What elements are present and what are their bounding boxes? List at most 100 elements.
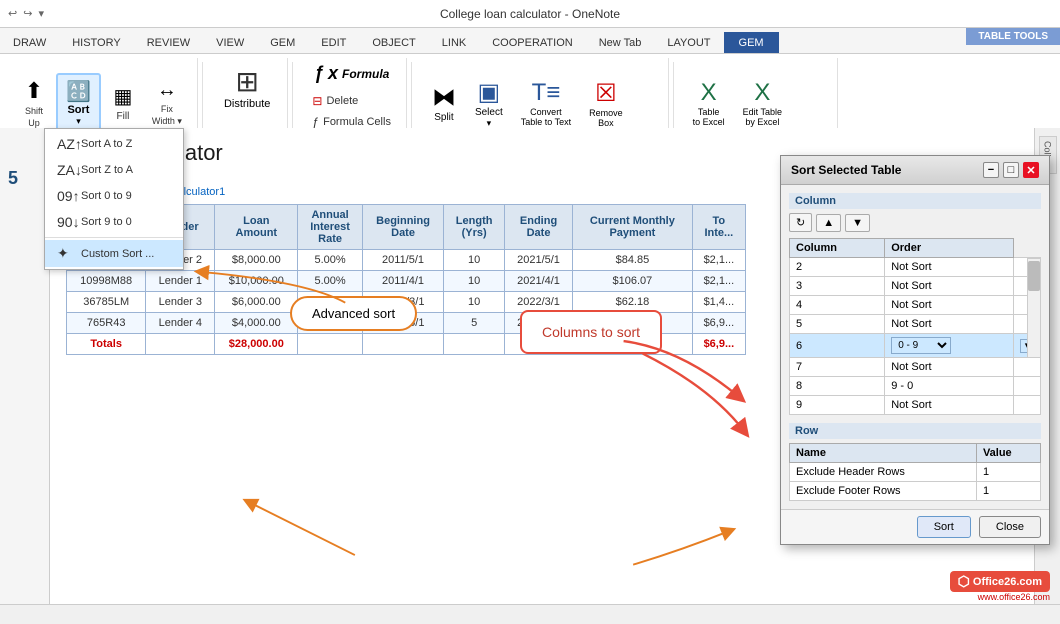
sort-dropdown-arrow[interactable]: ▾ (76, 116, 81, 127)
watermark-url: www.office26.com (978, 592, 1050, 602)
sort-9-0-item[interactable]: 90↓ Sort 9 to 0 (45, 209, 183, 235)
split-button[interactable]: ⧓ Split (424, 78, 464, 128)
table-row: 10998M88 Lender 1 $10,000.00 5.00% 2011/… (67, 271, 746, 292)
page-number: 5 (8, 168, 18, 189)
tab-edit[interactable]: EDIT (308, 32, 359, 53)
col-begin-date: BeginningDate (362, 205, 444, 250)
fix-width-button[interactable]: ↔ Fix Width ▾ (145, 74, 189, 132)
dialog-minimize-button[interactable]: − (983, 162, 999, 178)
order-select-6[interactable]: 0 - 9 9 - 0 Not Sort (891, 337, 951, 354)
tab-object[interactable]: OBJECT (359, 32, 428, 53)
tab-gem-active[interactable]: GEM (724, 32, 779, 53)
fill-button[interactable]: ▦ Fill (103, 79, 143, 127)
col-end-date: EndingDate (504, 205, 572, 250)
remove-icon: ☒ (595, 79, 617, 108)
column-section-label: Column (789, 193, 1041, 209)
exclude-footer-rows-row: Exclude Footer Rows 1 (790, 482, 1041, 501)
tab-link[interactable]: LINK (429, 32, 479, 53)
refresh-button[interactable]: ↻ (789, 213, 812, 232)
undo-icon[interactable]: ↩ (8, 7, 17, 20)
edit-excel-icon: X (754, 79, 770, 107)
dialog-close-button[interactable]: ✕ (1023, 162, 1039, 178)
custom-sort-item[interactable]: ✦ Custom Sort ... (45, 240, 183, 267)
sort-icon: 🔠 (66, 79, 91, 104)
split-col: ⧓ Split (424, 78, 464, 128)
sort-90-icon: 90↓ (57, 214, 75, 230)
sort-button-dialog[interactable]: Sort (917, 516, 971, 538)
sort-columns-table: Column Order 2Not Sort 3Not Sort 4Not So… (789, 238, 1041, 415)
sort-button[interactable]: 🔠 Sort ▾ (58, 75, 99, 131)
scrollbar-thumb (1028, 261, 1040, 291)
remove-box-button[interactable]: ☒ RemoveBox (582, 74, 630, 133)
row-name-header: Name (790, 444, 977, 463)
sort-0-9-item[interactable]: 09↑ Sort 0 to 9 (45, 183, 183, 209)
shift-up-group: ⬆ Shift Up (14, 73, 54, 133)
formula-button[interactable]: ƒx Formula (307, 58, 396, 89)
select-icon: ▣ (478, 78, 501, 107)
sort-selected-table-dialog: Sort Selected Table − □ ✕ Column ↻ ▲ ▼ C… (780, 155, 1050, 545)
tab-layout[interactable]: LAYOUT (654, 32, 723, 53)
sort-table-scrollbar[interactable] (1027, 258, 1041, 358)
sort-row-4: 4Not Sort (790, 296, 1041, 315)
col-total-interest: ToInte... (692, 205, 745, 250)
select-dropdown[interactable]: ▾ (487, 118, 492, 129)
sort-z-a-item[interactable]: ZA↓ Sort Z to A (45, 157, 183, 183)
watermark: ⬡Office26.com www.office26.com (950, 571, 1050, 602)
move-down-button[interactable]: ▼ (845, 214, 870, 232)
quick-access: ↩ ↪ ▾ (8, 7, 44, 20)
table-tools-label: TABLE TOOLS (966, 28, 1060, 45)
formula-x: x (328, 63, 338, 84)
convert-icon: T≡ (532, 79, 561, 107)
row-value-header: Value (976, 444, 1040, 463)
sort-row-5: 5Not Sort (790, 315, 1041, 334)
tab-cooperation[interactable]: COOPERATION (479, 32, 585, 53)
delete-button[interactable]: ⊟ Delete (305, 91, 398, 111)
distribute-icon: ⊞ (235, 65, 258, 98)
convert-table-text-button[interactable]: T≡ ConvertTable to Text (514, 74, 578, 132)
col-loan-amount: LoanAmount (215, 205, 298, 250)
convert-col: T≡ ConvertTable to Text (514, 74, 578, 132)
dialog-titlebar: Sort Selected Table − □ ✕ (781, 156, 1049, 185)
formula-icon: ƒ (314, 63, 324, 84)
move-up-button[interactable]: ▲ (816, 214, 841, 232)
ribbon-tabs-bar: DRAW HISTORY REVIEW VIEW GEM EDIT OBJECT… (0, 28, 1060, 54)
distribute-button[interactable]: ⊞ Distribute (215, 58, 279, 117)
tab-view[interactable]: VIEW (203, 32, 257, 53)
shift-up-icon: ⬆ (25, 78, 43, 104)
col-header-column: Column (790, 239, 885, 258)
title-bar: ↩ ↪ ▾ College loan calculator - OneNote (0, 0, 1060, 28)
status-bar (0, 604, 1060, 624)
sort-row-7: 7Not Sort (790, 358, 1041, 377)
sort-za-icon: ZA↓ (57, 162, 75, 178)
shift-up-button[interactable]: ⬆ Shift Up (14, 73, 54, 133)
row-settings-table: Name Value Exclude Header Rows 1 Exclude… (789, 443, 1041, 501)
tab-history[interactable]: HISTORY (59, 32, 134, 53)
columns-to-sort-bubble: Columns to sort (520, 310, 662, 354)
quick-icon[interactable]: ▾ (38, 7, 44, 20)
edit-table-by-excel-button[interactable]: X Edit Tableby Excel (736, 74, 789, 132)
sort-row-3: 3Not Sort (790, 277, 1041, 296)
sort-az-icon: AZ↑ (57, 136, 75, 152)
fill-icon: ▦ (113, 84, 132, 109)
col-interest-rate: AnnualInterestRate (298, 205, 362, 250)
sort-row-8: 89 - 0 (790, 377, 1041, 396)
edit-excel-col: X Edit Tableby Excel (736, 74, 789, 132)
menu-divider (45, 237, 183, 238)
row-section-label: Row (789, 423, 1041, 439)
sort-row-6[interactable]: 6 0 - 9 9 - 0 Not Sort ▾ (790, 334, 1041, 358)
close-button-dialog[interactable]: Close (979, 516, 1041, 538)
tab-draw[interactable]: DRAW (0, 32, 59, 53)
dialog-maximize-button[interactable]: □ (1003, 162, 1019, 178)
left-sidebar: 5 (0, 128, 50, 604)
tab-review[interactable]: REVIEW (134, 32, 203, 53)
tab-newtab[interactable]: New Tab (586, 32, 655, 53)
tab-gem[interactable]: GEM (257, 32, 308, 53)
sort-row-9: 9Not Sort (790, 396, 1041, 415)
sort-a-z-item[interactable]: AZ↑ Sort A to Z (45, 131, 183, 157)
table-excel-icon: X (701, 79, 717, 107)
sort-button-container[interactable]: 🔠 Sort ▾ (56, 73, 101, 133)
table-to-excel-button[interactable]: X Tableto Excel (686, 74, 732, 132)
redo-icon[interactable]: ↪ (23, 7, 32, 20)
split-icon: ⧓ (432, 83, 456, 112)
select-button[interactable]: ▣ Select ▾ (468, 73, 510, 134)
